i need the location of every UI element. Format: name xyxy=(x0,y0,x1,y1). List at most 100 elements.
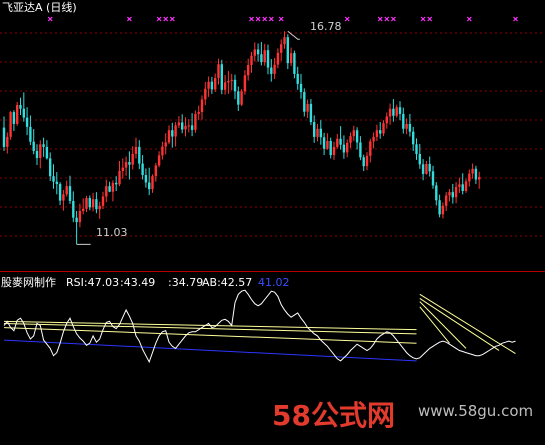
candle-body xyxy=(388,108,392,117)
candle-body xyxy=(197,112,200,114)
signal-marker xyxy=(262,16,268,22)
candle-body xyxy=(408,123,412,132)
candle-body xyxy=(306,103,309,112)
candle-body xyxy=(88,198,91,208)
candle-body xyxy=(144,175,148,183)
candle-body xyxy=(471,168,474,174)
signal-marker xyxy=(384,16,390,22)
candle-body xyxy=(237,91,240,105)
candle-body xyxy=(72,201,75,218)
candle-body xyxy=(316,128,319,137)
candle-body xyxy=(461,184,464,191)
ab-value-2: 41.02 xyxy=(258,276,290,289)
candle-body xyxy=(223,82,227,90)
candle-body xyxy=(35,150,39,159)
candle-body xyxy=(445,195,448,206)
candle-body xyxy=(474,168,478,180)
candle-body xyxy=(124,162,128,168)
candle-body xyxy=(276,52,280,65)
chart-stage: 飞亚达A (日线) 16.78 11.03 股麥网制作 RSI:47.03 :4… xyxy=(0,0,545,445)
candle-body xyxy=(365,155,369,167)
candle-body xyxy=(49,158,52,177)
candle-body xyxy=(108,186,111,192)
candle-body xyxy=(464,181,468,191)
signal-marker xyxy=(513,16,518,22)
candle-body xyxy=(270,67,273,74)
signal-marker xyxy=(344,16,350,22)
candle-body xyxy=(382,123,385,134)
candle-body xyxy=(131,153,134,165)
candle-body xyxy=(121,167,124,171)
candle-body xyxy=(332,146,336,156)
candle-body xyxy=(438,200,441,215)
candle-body xyxy=(280,44,283,53)
candle-body xyxy=(339,138,342,145)
candle-body xyxy=(19,105,22,109)
candle-body xyxy=(204,88,207,100)
indicator-trend-line xyxy=(419,298,500,351)
candle-body xyxy=(412,131,415,145)
candle-body xyxy=(227,80,230,83)
candle-body xyxy=(243,75,247,92)
candle-body xyxy=(177,122,181,126)
candle-body xyxy=(171,130,174,137)
candle-body xyxy=(369,141,372,156)
indicator-name: 股麥网制作 xyxy=(1,276,56,289)
candle-body xyxy=(6,136,9,147)
candle-body xyxy=(25,117,29,127)
candle-body xyxy=(154,165,157,177)
candle-body xyxy=(210,81,214,90)
candle-body xyxy=(425,163,428,174)
candle-body xyxy=(418,153,421,165)
candle-body xyxy=(39,144,42,159)
candle-body xyxy=(42,144,45,147)
candle-body xyxy=(220,64,223,90)
candle-body xyxy=(78,211,82,223)
candle-body xyxy=(253,49,256,56)
watermark-logo: 58公式网 xyxy=(272,394,395,434)
candle-body xyxy=(190,125,194,130)
candle-body xyxy=(352,130,355,137)
rsi-value: RSI:47.03 xyxy=(66,276,120,289)
candle-body xyxy=(233,79,237,92)
candle-body xyxy=(392,108,395,116)
signal-marker xyxy=(377,16,383,22)
candle-body xyxy=(128,162,131,165)
candle-body xyxy=(181,122,184,130)
signal-marker xyxy=(466,16,472,22)
candle-body xyxy=(230,79,233,81)
candle-body xyxy=(431,171,435,186)
indicator-trend-line xyxy=(3,327,417,344)
candle-body xyxy=(313,122,316,137)
candle-body xyxy=(355,130,359,143)
signal-marker xyxy=(169,16,175,22)
candle-body xyxy=(52,176,55,182)
candle-body xyxy=(435,185,438,201)
candle-body xyxy=(286,37,289,64)
candle-body xyxy=(326,140,329,149)
chart-title: 飞亚达A (日线) xyxy=(2,1,77,14)
candle-body xyxy=(105,186,108,197)
candle-body xyxy=(32,141,35,151)
candle-body xyxy=(9,112,12,137)
candle-body xyxy=(342,144,346,153)
candle-body xyxy=(141,163,144,176)
candle-body xyxy=(85,198,88,209)
candle-body xyxy=(256,49,260,55)
candle-body xyxy=(415,144,418,154)
candle-body xyxy=(309,103,313,123)
candle-body xyxy=(319,128,322,138)
candle-body xyxy=(118,170,121,185)
chart-canvas xyxy=(0,16,545,364)
candle-body xyxy=(12,112,16,124)
candle-body xyxy=(296,73,299,84)
candle-body xyxy=(346,142,349,153)
candle-body xyxy=(375,130,379,137)
candle-body xyxy=(359,142,362,158)
candle-body xyxy=(164,142,167,147)
candle-body xyxy=(75,217,78,223)
candle-body xyxy=(421,164,425,174)
candle-body xyxy=(349,136,352,143)
candle-body xyxy=(263,50,266,63)
candle-body xyxy=(214,77,217,90)
